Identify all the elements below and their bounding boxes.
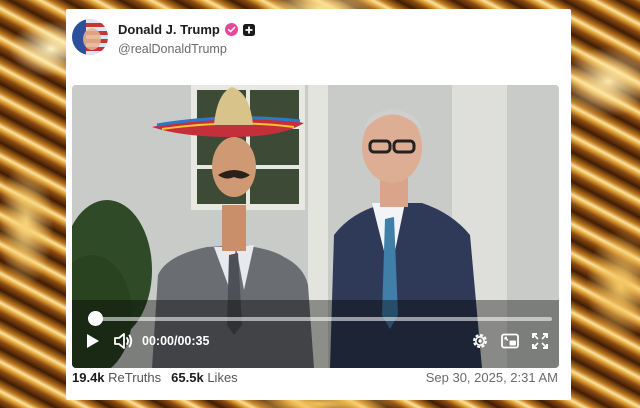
- plus-badge-icon: [242, 23, 255, 36]
- time-display: 00:00/00:35: [142, 334, 210, 348]
- likes-count: 65.5k: [171, 370, 204, 385]
- retruths-stat[interactable]: 19.4k ReTruths: [72, 370, 161, 385]
- verified-badge-icon: [224, 23, 238, 36]
- user-handle[interactable]: @realDonaldTrump: [118, 42, 227, 56]
- likes-stat[interactable]: 65.5k Likes: [171, 370, 238, 385]
- progress-thumb[interactable]: [88, 311, 103, 326]
- fullscreen-icon[interactable]: [530, 329, 550, 353]
- picture-in-picture-icon[interactable]: [500, 329, 520, 353]
- play-icon[interactable]: [84, 329, 102, 353]
- retruths-count: 19.4k: [72, 370, 105, 385]
- video-player[interactable]: 00:00/00:35: [72, 85, 559, 368]
- progress-track[interactable]: [93, 317, 552, 321]
- retruths-label: ReTruths: [108, 370, 162, 385]
- avatar-image: [72, 19, 108, 55]
- post-card: Donald J. Trump @realDonaldTrump 00:00/0…: [66, 9, 571, 400]
- post-stats: 19.4k ReTruths 65.5k Likes: [72, 370, 238, 385]
- post-timestamp[interactable]: Sep 30, 2025, 2:31 AM: [426, 370, 558, 385]
- video-frame: [72, 85, 559, 368]
- volume-icon[interactable]: [112, 329, 134, 353]
- settings-icon[interactable]: [470, 329, 490, 353]
- display-name-text[interactable]: Donald J. Trump: [118, 22, 220, 37]
- video-controls: 00:00/00:35: [72, 329, 559, 359]
- avatar[interactable]: [72, 19, 108, 55]
- display-name[interactable]: Donald J. Trump: [118, 22, 255, 37]
- likes-label: Likes: [207, 370, 238, 385]
